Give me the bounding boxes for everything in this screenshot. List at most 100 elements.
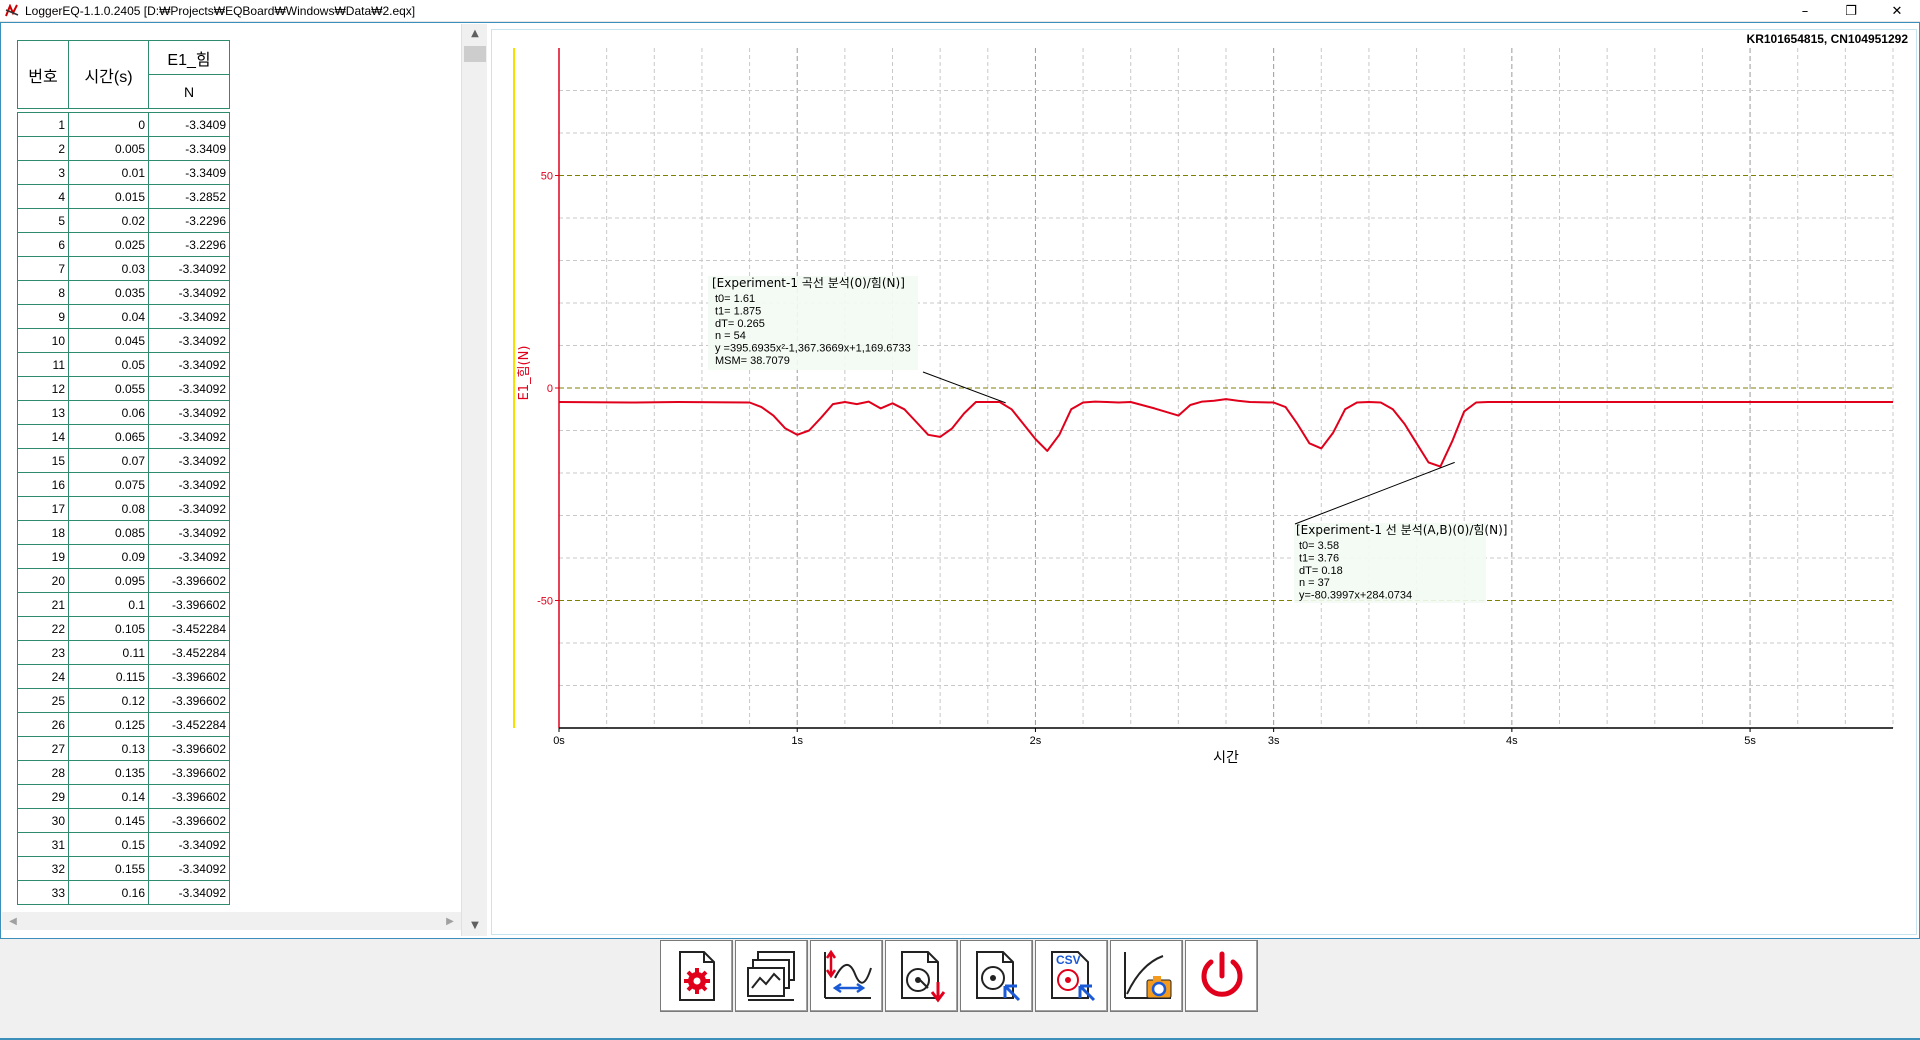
row-number-cell[interactable]: 2 [17,136,69,161]
row-number-cell[interactable]: 19 [17,544,69,569]
force-cell[interactable]: -3.2852 [148,184,230,209]
time-cell[interactable]: 0.15 [68,832,149,857]
table-row[interactable]: 11 0.05 -3.34092 [17,352,230,377]
table-row[interactable]: 6 0.025 -3.2296 [17,232,230,257]
force-chart[interactable]: 50 0 -50 0s 1s 2s 3s 4s 5s 시간 E1_힘(N) KR101654815, … [492,30,1916,934]
time-cell[interactable]: 0.085 [68,520,149,545]
table-row[interactable]: 31 0.15 -3.34092 [17,832,230,857]
table-row[interactable]: 28 0.135 -3.396602 [17,760,230,785]
row-number-cell[interactable]: 7 [17,256,69,281]
scroll-thumb[interactable] [464,46,486,62]
force-cell[interactable]: -3.396602 [148,568,230,593]
row-number-cell[interactable]: 1 [17,112,69,137]
table-row[interactable]: 18 0.085 -3.34092 [17,520,230,545]
force-cell[interactable]: -3.34092 [148,424,230,449]
row-number-cell[interactable]: 12 [17,376,69,401]
row-number-cell[interactable]: 25 [17,688,69,713]
force-cell[interactable]: -3.34092 [148,256,230,281]
table-row[interactable]: 10 0.045 -3.34092 [17,328,230,353]
row-number-cell[interactable]: 20 [17,568,69,593]
time-cell[interactable]: 0.155 [68,856,149,881]
time-cell[interactable]: 0.03 [68,256,149,281]
row-number-cell[interactable]: 26 [17,712,69,737]
time-cell[interactable]: 0.005 [68,136,149,161]
force-cell[interactable]: -3.34092 [148,496,230,521]
time-cell[interactable]: 0.08 [68,496,149,521]
time-cell[interactable]: 0.09 [68,544,149,569]
row-number-cell[interactable]: 10 [17,328,69,353]
time-cell[interactable]: 0.1 [68,592,149,617]
row-number-cell[interactable]: 18 [17,520,69,545]
force-cell[interactable]: -3.34092 [148,328,230,353]
force-cell[interactable]: -3.3409 [148,160,230,185]
table-row[interactable]: 7 0.03 -3.34092 [17,256,230,281]
time-cell[interactable]: 0.135 [68,760,149,785]
table-row[interactable]: 33 0.16 -3.34092 [17,880,230,905]
time-cell[interactable]: 0.01 [68,160,149,185]
force-cell[interactable]: -3.396602 [148,688,230,713]
force-cell[interactable]: -3.34092 [148,832,230,857]
table-row[interactable]: 25 0.12 -3.396602 [17,688,230,713]
force-cell[interactable]: -3.3409 [148,136,230,161]
table-row[interactable]: 21 0.1 -3.396602 [17,592,230,617]
row-number-cell[interactable]: 22 [17,616,69,641]
time-cell[interactable]: 0.025 [68,232,149,257]
force-cell[interactable]: -3.452284 [148,640,230,665]
minimize-button[interactable]: – [1782,0,1828,22]
table-row[interactable]: 12 0.055 -3.34092 [17,376,230,401]
close-button[interactable]: ✕ [1874,0,1920,22]
time-cell[interactable]: 0.14 [68,784,149,809]
table-row[interactable]: 19 0.09 -3.34092 [17,544,230,569]
table-row[interactable]: 22 0.105 -3.452284 [17,616,230,641]
scroll-left-icon[interactable]: ◀ [4,912,22,930]
force-cell[interactable]: -3.396602 [148,592,230,617]
time-cell[interactable]: 0.11 [68,640,149,665]
save-data-button[interactable] [885,940,958,1012]
row-number-cell[interactable]: 8 [17,280,69,305]
row-number-cell[interactable]: 5 [17,208,69,233]
force-cell[interactable]: -3.396602 [148,760,230,785]
row-number-cell[interactable]: 13 [17,400,69,425]
force-cell[interactable]: -3.396602 [148,808,230,833]
row-number-cell[interactable]: 32 [17,856,69,881]
vertical-scrollbar[interactable]: ▲ ▼ [461,24,487,936]
table-row[interactable]: 14 0.065 -3.34092 [17,424,230,449]
graph-view-button[interactable] [735,940,808,1012]
time-cell[interactable]: 0.02 [68,208,149,233]
force-cell[interactable]: -3.34092 [148,304,230,329]
row-number-cell[interactable]: 31 [17,832,69,857]
time-cell[interactable]: 0.07 [68,448,149,473]
table-row[interactable]: 2 0.005 -3.3409 [17,136,230,161]
row-number-cell[interactable]: 21 [17,592,69,617]
row-number-cell[interactable]: 16 [17,472,69,497]
table-row[interactable]: 32 0.155 -3.34092 [17,856,230,881]
scroll-down-icon[interactable]: ▼ [462,916,488,934]
force-cell[interactable]: -3.34092 [148,520,230,545]
screenshot-button[interactable] [1110,940,1183,1012]
row-number-cell[interactable]: 6 [17,232,69,257]
time-cell[interactable]: 0.16 [68,880,149,905]
force-cell[interactable]: -3.452284 [148,712,230,737]
time-cell[interactable]: 0.13 [68,736,149,761]
open-data-button[interactable] [960,940,1033,1012]
time-cell[interactable]: 0.06 [68,400,149,425]
row-number-cell[interactable]: 15 [17,448,69,473]
settings-button[interactable] [660,940,733,1012]
table-row[interactable]: 15 0.07 -3.34092 [17,448,230,473]
row-number-cell[interactable]: 24 [17,664,69,689]
table-row[interactable]: 20 0.095 -3.396602 [17,568,230,593]
export-csv-button[interactable]: CSV [1035,940,1108,1012]
row-number-cell[interactable]: 27 [17,736,69,761]
time-cell[interactable]: 0.075 [68,472,149,497]
force-cell[interactable]: -3.34092 [148,448,230,473]
force-cell[interactable]: -3.34092 [148,856,230,881]
header-no[interactable]: 번호 [17,40,69,109]
table-row[interactable]: 8 0.035 -3.34092 [17,280,230,305]
time-cell[interactable]: 0.105 [68,616,149,641]
force-cell[interactable]: -3.452284 [148,616,230,641]
time-cell[interactable]: 0.015 [68,184,149,209]
table-row[interactable]: 3 0.01 -3.3409 [17,160,230,185]
row-number-cell[interactable]: 29 [17,784,69,809]
table-row[interactable]: 26 0.125 -3.452284 [17,712,230,737]
scroll-up-icon[interactable]: ▲ [462,24,488,42]
